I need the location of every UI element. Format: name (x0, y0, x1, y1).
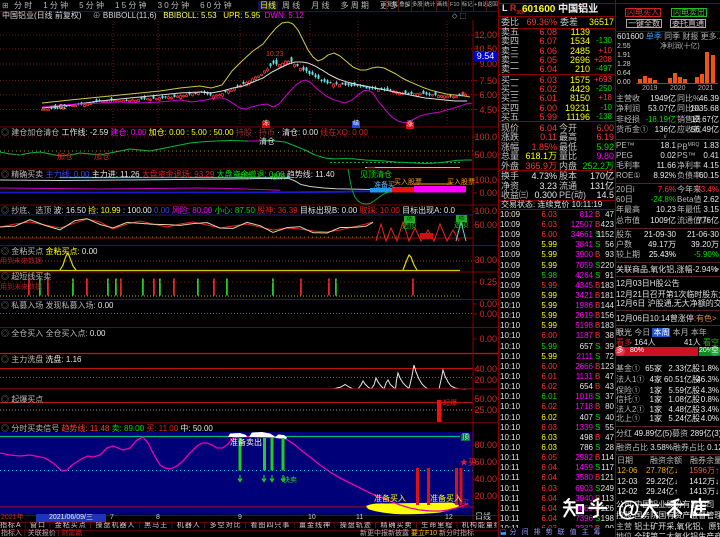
svg-text:@: @ (618, 496, 640, 520)
